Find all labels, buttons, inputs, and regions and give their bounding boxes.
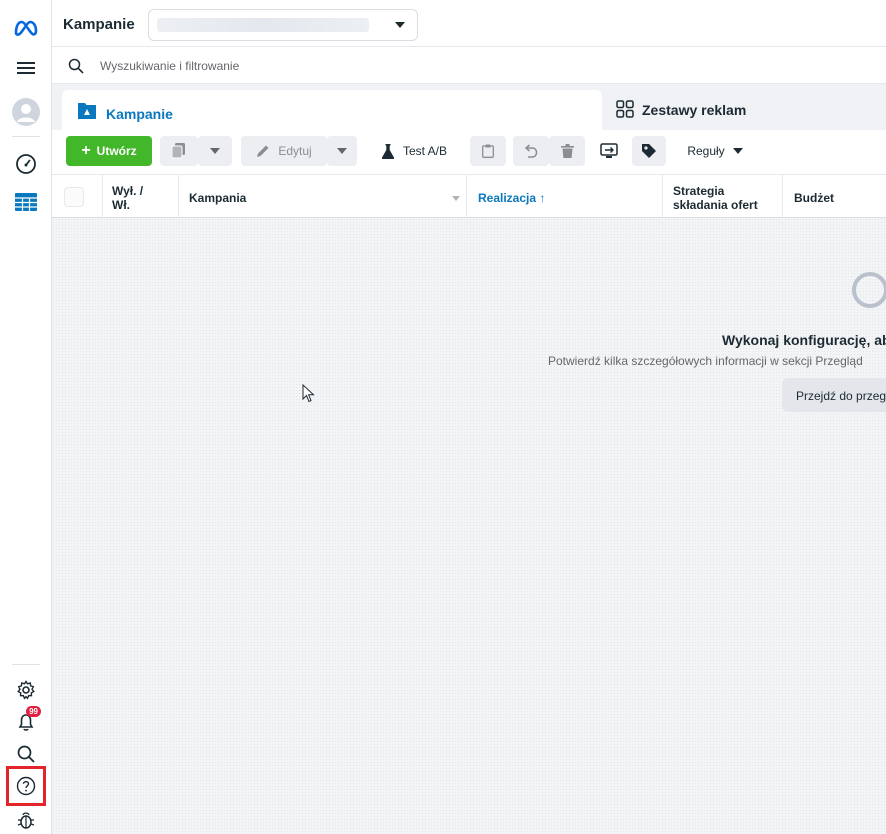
chevron-down-icon [337,148,347,154]
flask-icon [381,143,395,159]
chevron-down-icon [395,22,405,28]
column-divider [102,175,103,219]
page-header: Kampanie [52,0,886,46]
empty-state-title: Wykonaj konfigurację, aby [722,332,886,348]
notification-count-badge: 99 [26,706,41,717]
column-header-delivery[interactable]: Realizacja ↑ [478,191,545,205]
rail-divider [12,136,40,137]
tag-icon [642,144,656,158]
empty-state-description: Potwierdź kilka szczegółowych informacji… [548,354,863,368]
create-button-label: Utwórz [96,144,137,158]
column-header-budget[interactable]: Budżet [794,191,834,205]
column-header-bid-strategy-line1: Strategia [673,184,725,198]
campaign-toolbar: + Utwórz Edytuj Test A/B Reguły [52,130,886,174]
column-divider [178,175,179,219]
meta-logo-icon[interactable] [8,12,44,44]
column-divider [466,175,467,219]
campaign-table-header: Wył. / Wł. Kampania Realizacja ↑ Strateg… [52,174,886,219]
page-title: Kampanie [63,16,135,33]
edit-button-label: Edytuj [278,144,312,158]
sort-caret-icon [452,196,460,201]
column-header-onoff-line2: Wł. [112,198,130,212]
clipboard-button[interactable] [470,136,506,166]
chevron-down-icon [732,148,743,154]
trash-icon [560,144,574,158]
duplicate-button[interactable] [160,136,198,166]
rail-divider [12,664,40,665]
column-header-delivery-label: Realizacja [478,191,537,205]
tag-button[interactable] [632,136,666,166]
ads-manager-table-icon[interactable] [8,186,44,218]
settings-gear-icon[interactable] [8,674,44,706]
help-highlight-box [6,766,46,806]
search-input[interactable]: Wyszukiwanie i filtrowanie [100,59,239,73]
pencil-icon [257,145,269,157]
duplicate-dropdown-button[interactable] [198,136,232,166]
rules-dropdown-button[interactable]: Reguły [680,136,750,166]
column-header-onoff-line1: Wył. / [112,184,144,198]
column-header-campaign[interactable]: Kampania [189,191,246,205]
ab-test-button-label: Test A/B [402,144,448,158]
campaign-folder-icon [78,103,96,119]
search-icon [68,58,84,74]
undo-icon [524,144,538,158]
tab-campaigns[interactable]: Kampanie [62,90,602,130]
hamburger-menu-icon[interactable] [8,52,44,84]
search-filter-bar[interactable]: Wyszukiwanie i filtrowanie [52,46,886,84]
create-button[interactable]: + Utwórz [66,136,152,166]
level-tabs: Kampanie Zestawy reklam [52,84,886,130]
export-import-icon [600,143,618,158]
avatar[interactable] [8,96,44,128]
clipboard-icon [482,144,494,158]
ad-sets-grid-icon [616,100,634,118]
column-divider [782,175,783,219]
bug-report-icon[interactable] [8,804,44,834]
column-header-onoff[interactable]: Wył. / Wł. [112,184,143,212]
edit-button[interactable]: Edytuj [241,136,327,166]
sort-ascending-icon: ↑ [539,191,546,205]
column-header-bid-strategy-line2: składania ofert [673,198,758,212]
edit-dropdown-button[interactable] [327,136,357,166]
mouse-cursor-icon [302,384,315,403]
left-navigation-rail: 99 [0,0,52,834]
go-to-overview-button[interactable]: Przejdź do przeg [782,378,886,412]
table-empty-area: Wykonaj konfigurację, aby Potwierdź kilk… [52,218,886,834]
rules-button-label: Reguły [687,144,725,158]
undo-button[interactable] [513,136,549,166]
ab-test-button[interactable]: Test A/B [368,136,460,166]
duplicate-icon [172,143,185,159]
chevron-down-icon [210,148,220,154]
select-all-checkbox[interactable] [64,187,84,207]
column-divider [662,175,663,219]
notifications-bell-icon[interactable]: 99 [8,706,44,738]
account-name-redacted [157,18,369,32]
tab-campaigns-label: Kampanie [106,106,173,122]
ad-account-selector[interactable] [148,9,418,41]
plus-icon: + [81,142,91,159]
dashboard-gauge-icon[interactable] [8,148,44,180]
tab-ad-sets-label: Zestawy reklam [642,102,747,118]
magnifier-illustration-icon [852,272,886,308]
column-header-bid-strategy[interactable]: Strategia składania ofert [673,184,758,212]
export-import-button[interactable] [592,136,626,166]
delete-button[interactable] [549,136,585,166]
